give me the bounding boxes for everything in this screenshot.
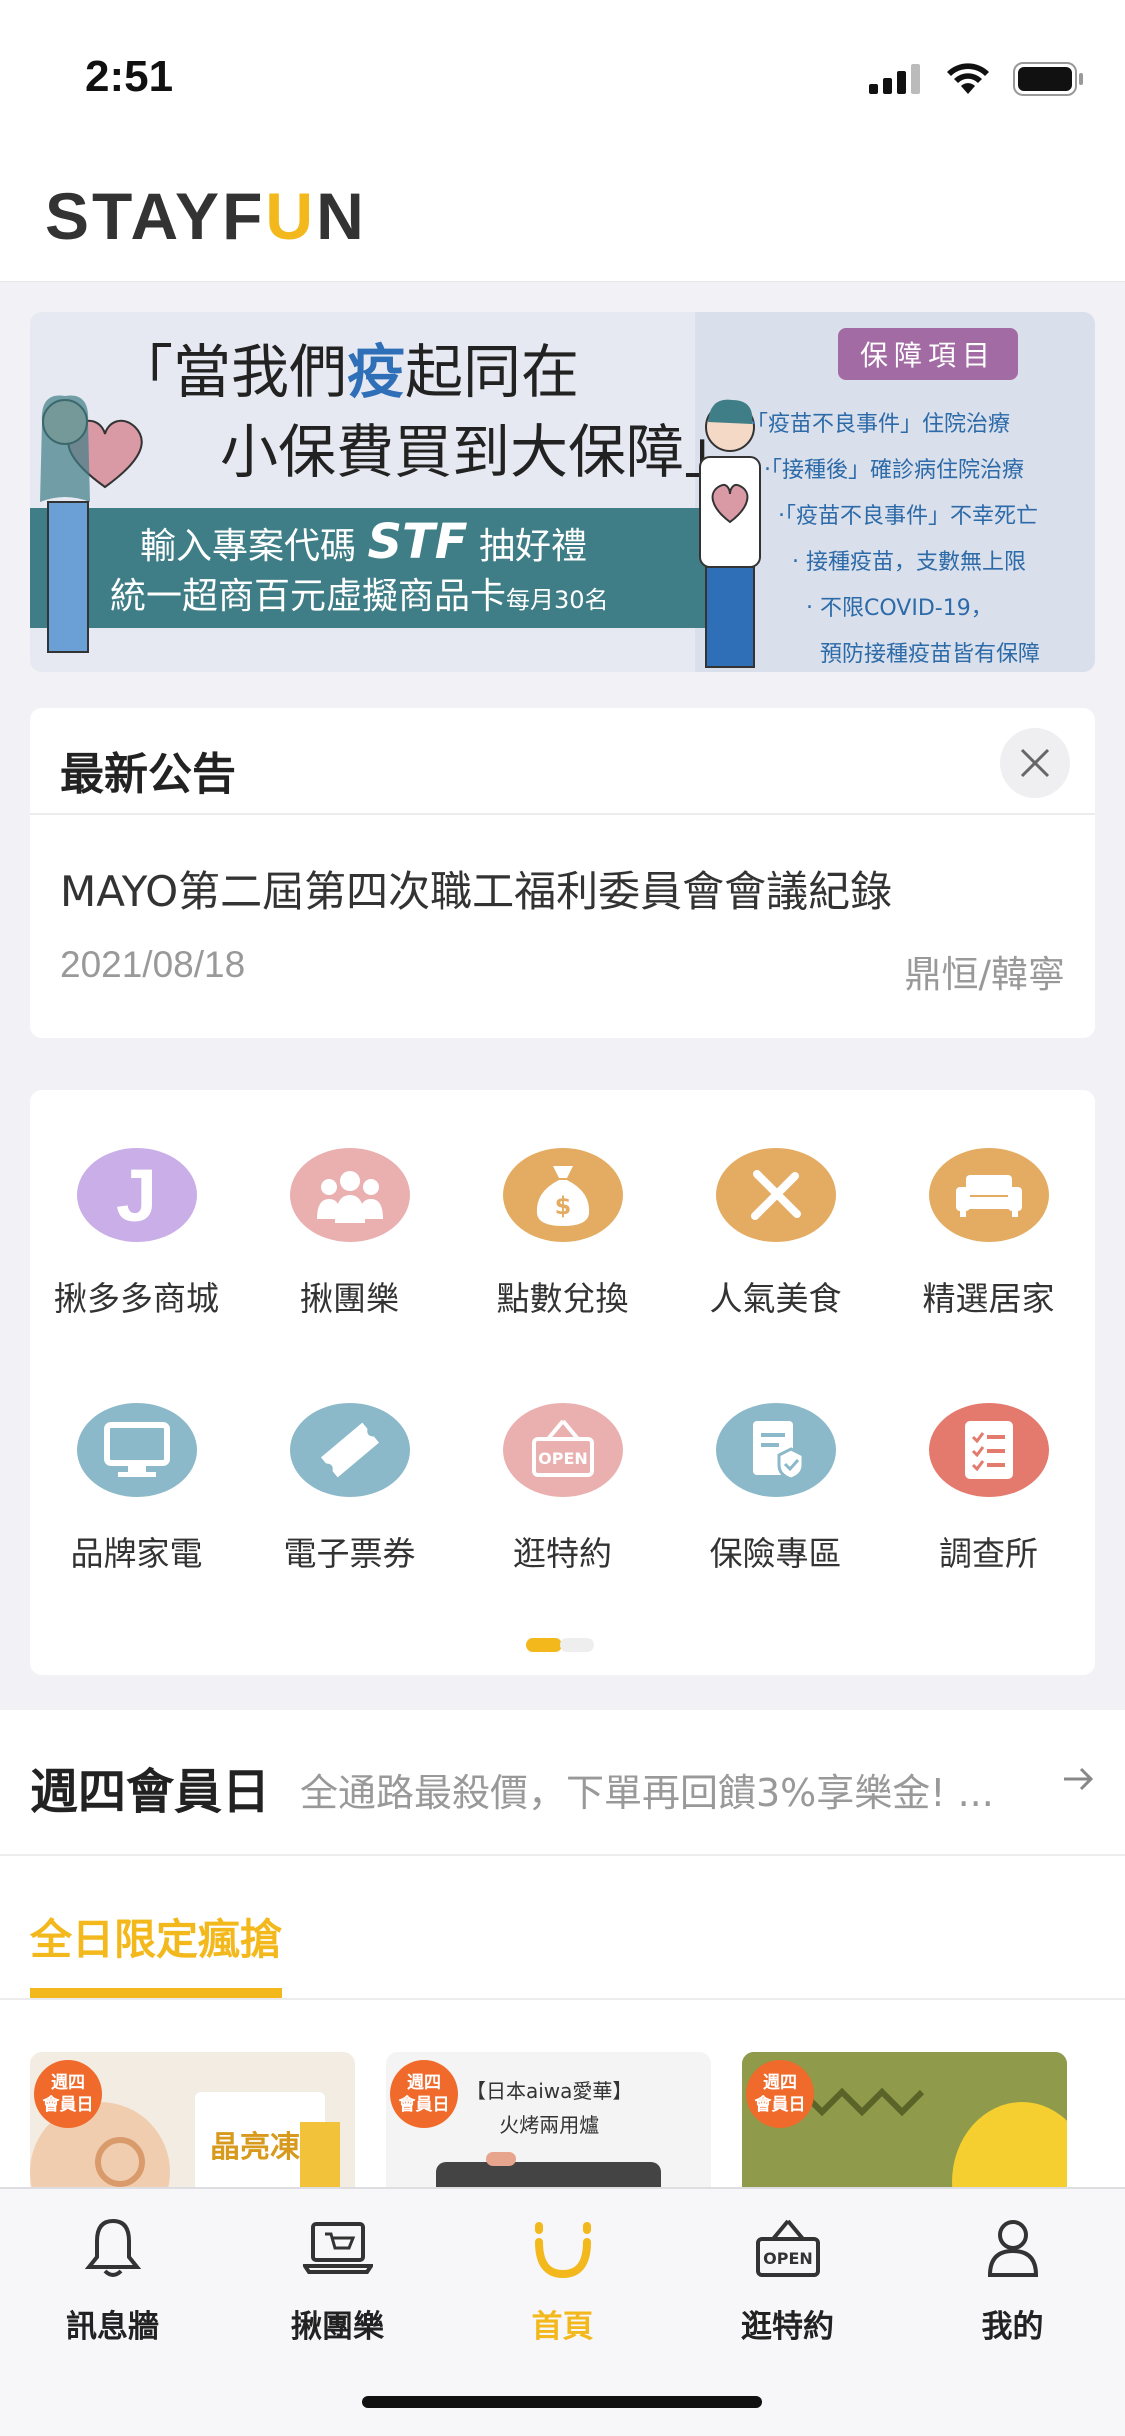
sofa-icon xyxy=(928,1148,1049,1242)
menu-item-survey[interactable]: 調查所 xyxy=(882,1345,1095,1575)
j-icon: J xyxy=(76,1148,197,1242)
insurance-icon xyxy=(715,1403,836,1497)
status-bar: 2:51 xyxy=(0,0,1125,150)
tab-home[interactable]: 首頁 xyxy=(450,2213,675,2346)
close-button[interactable] xyxy=(1000,728,1070,798)
home-u-icon xyxy=(528,2213,598,2283)
ticket-icon xyxy=(289,1403,410,1497)
member-day-row[interactable]: 週四會員日 全通路最殺價，下單再回饋3%享樂金! ... xyxy=(0,1710,1125,1856)
wifi-icon xyxy=(947,63,989,94)
announcement-card[interactable]: 最新公告 MAYO第二屆第四次職工福利委員會會議紀錄 2021/08/18 鼎恒… xyxy=(30,708,1095,1038)
menu-pager xyxy=(526,1638,594,1652)
tab-messages[interactable]: 訊息牆 xyxy=(0,2213,225,2346)
battery-icon xyxy=(1013,62,1083,96)
divider xyxy=(30,813,1095,815)
announcement-date: 2021/08/18 xyxy=(60,944,246,985)
close-icon xyxy=(1020,748,1050,778)
banner-headline: 「當我們疫起同在 小保費買到大保障」 xyxy=(115,338,743,486)
svg-text:OPEN: OPEN xyxy=(763,2249,813,2268)
monitor-icon xyxy=(76,1403,197,1497)
pager-dot xyxy=(560,1638,594,1652)
menu-item-partners[interactable]: OPEN 逛特約 xyxy=(456,1345,669,1575)
menu-item-mall[interactable]: J 揪多多商城 xyxy=(30,1090,243,1320)
laptop-cart-icon xyxy=(302,2213,373,2283)
member-day-badge: 週四 會員日 xyxy=(390,2060,458,2128)
checklist-icon xyxy=(928,1403,1049,1497)
woman-illustration xyxy=(40,395,90,653)
utensils-icon xyxy=(715,1148,836,1242)
product-title: 【日本aiwa愛華】 火烤兩用爐 xyxy=(466,2079,633,2137)
member-day-text: 全通路最殺價，下單再回饋3%享樂金! ... xyxy=(300,1771,994,1815)
arrow-right-icon xyxy=(1064,1767,1094,1791)
promo-banner[interactable]: 「當我們疫起同在 小保費買到大保障」 輸入專案代碼 STF 抽好禮 統一超商百元… xyxy=(30,312,1095,672)
announcement-text[interactable]: MAYO第二屆第四次職工福利委員會會議紀錄 xyxy=(60,858,892,919)
banner-tag: 保障項目 xyxy=(838,328,1019,380)
menu-item-home[interactable]: 精選居家 xyxy=(882,1090,1095,1320)
announcement-title: 最新公告 xyxy=(60,749,236,800)
open-sign-icon: OPEN xyxy=(502,1403,623,1497)
bell-icon xyxy=(78,2213,148,2283)
money-bag-icon: $ xyxy=(502,1148,623,1242)
tab-all-day-deals[interactable]: 全日限定瘋搶 xyxy=(30,1906,282,1967)
announcement-author: 鼎恒/韓寧 xyxy=(904,953,1065,996)
tab-profile[interactable]: 我的 xyxy=(900,2213,1125,2346)
svg-text:OPEN: OPEN xyxy=(538,1449,588,1468)
member-day-title: 週四會員日 xyxy=(30,1764,271,1820)
app-header: STAYFUN xyxy=(0,150,1125,282)
person-icon xyxy=(978,2213,1048,2283)
group-icon xyxy=(289,1148,410,1242)
cellular-signal-icon xyxy=(869,64,920,94)
tab-underline xyxy=(30,1988,282,1998)
product-title: 晶亮凍 xyxy=(210,2130,300,2165)
tab-group-buy[interactable]: 揪團樂 xyxy=(225,2213,450,2346)
home-indicator xyxy=(362,2396,762,2408)
status-icons xyxy=(869,62,1085,96)
member-day-badge: 週四 會員日 xyxy=(34,2060,102,2128)
banner-promo-text: 輸入專案代碼 STF 抽好禮 統一超商百元虛擬商品卡每月30名 xyxy=(110,514,609,617)
menu-item-appliances[interactable]: 品牌家電 xyxy=(30,1345,243,1575)
tab-partners[interactable]: OPEN 逛特約 xyxy=(675,2213,900,2346)
menu-item-tickets[interactable]: 電子票券 xyxy=(243,1345,456,1575)
menu-grid: J 揪多多商城 揪團樂 $ 點數兌換 人氣美食 精選居家 品牌家電 電子票券 O… xyxy=(30,1090,1095,1675)
menu-item-food[interactable]: 人氣美食 xyxy=(669,1090,882,1320)
pager-dot-active xyxy=(526,1638,562,1652)
status-time: 2:51 xyxy=(85,52,174,101)
menu-item-group[interactable]: 揪團樂 xyxy=(243,1090,456,1320)
open-sign-icon: OPEN xyxy=(753,2213,823,2283)
banner-benefit-list: ‧「疫苗不良事件」住院治療 ‧「接種後」確診病住院治療 ‧「疫苗不良事件」不幸死… xyxy=(750,412,1041,667)
member-day-badge: 週四 會員日 xyxy=(746,2060,814,2128)
svg-text:$: $ xyxy=(554,1192,571,1220)
divider xyxy=(0,1998,1125,2000)
menu-item-insurance[interactable]: 保險專區 xyxy=(669,1345,882,1575)
menu-item-points[interactable]: $ 點數兌換 xyxy=(456,1090,669,1320)
stayfun-logo[interactable]: STAYFUN xyxy=(45,178,367,254)
